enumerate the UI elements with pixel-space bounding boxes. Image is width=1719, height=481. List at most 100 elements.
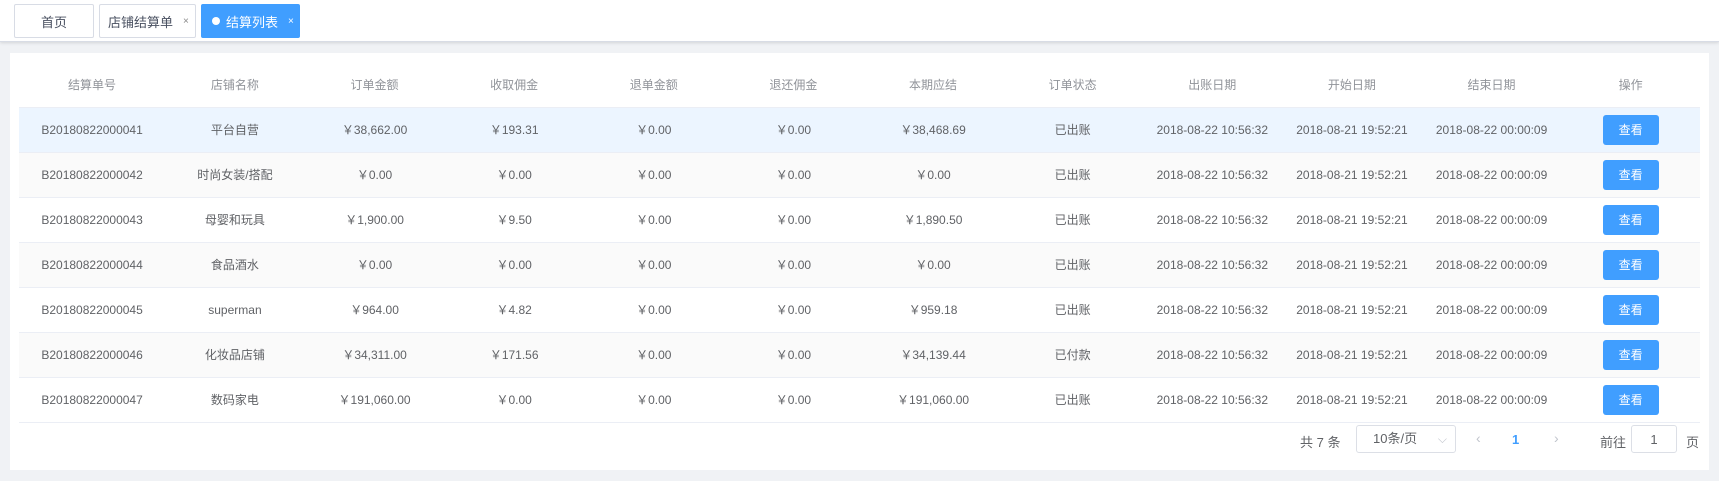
column-header: 操作 [1561,62,1700,108]
table-row: B20180822000045 superman ￥964.00 ￥4.82 ￥0.00… [19,287,1700,333]
table-cell: 2018-08-21 19:52:21 [1282,107,1422,153]
settlement-panel: 结算单号 店铺名称 订单金额 收取佣金 退单金额 退还佣金 本期应结 订单状态 出账日期 开始日期… [10,53,1709,470]
table-cell: superman [165,287,305,333]
column-header: 订单状态 [1002,62,1143,108]
table-cell: ￥959.18 [863,287,1003,333]
table-cell: ￥38,662.00 [304,107,445,153]
table-row: B20180822000043 母婴和玩具 ￥1,900.00 ￥9.50 ￥0.00 ￥… [19,197,1700,243]
tab-settlement-list-label: 结算列表 [226,14,279,30]
table-cell: 2018-08-22 00:00:09 [1421,107,1562,153]
table-cell: ￥0.00 [304,152,445,198]
table-cell: 2018-08-21 19:52:21 [1282,332,1422,378]
table-cell: ￥38,468.69 [863,107,1003,153]
pagination: 共 7 条 10条/页 ⌵ ‹ 1 › 前往 页 [10,425,1709,455]
table-cell: ￥4.82 [444,287,584,333]
page-number[interactable]: 1 [1512,432,1519,447]
table-cell: ￥191,060.00 [863,377,1003,423]
table-cell: ￥0.00 [304,242,445,288]
column-header: 结算单号 [19,62,166,108]
table-cell: 2018-08-22 10:56:32 [1142,197,1283,243]
table-cell: 2018-08-22 10:56:32 [1142,287,1283,333]
close-icon[interactable]: × [183,16,189,27]
view-button[interactable]: 查看 [1602,339,1659,370]
column-header: 退单金额 [584,62,724,108]
action-cell: 查看 [1561,152,1700,198]
table-cell: ￥0.00 [584,377,724,423]
table-cell: 2018-08-22 10:56:32 [1142,242,1283,288]
table-cell: 食品酒水 [165,242,305,288]
table-cell: ￥0.00 [584,242,724,288]
table-cell: 已出账 [1002,197,1143,243]
goto-page-input[interactable] [1631,425,1677,453]
table-row: B20180822000042 时尚女装/搭配 ￥0.00 ￥0.00 ￥0.00 ￥0.… [19,152,1700,198]
column-header: 订单金额 [304,62,445,108]
table-cell: ￥0.00 [723,287,864,333]
column-header: 出账日期 [1142,62,1283,108]
table-cell: 2018-08-22 00:00:09 [1421,287,1562,333]
table-cell: 时尚女装/搭配 [165,152,305,198]
tab-home-label: 首页 [40,14,67,30]
tab-home[interactable]: 首页 [14,4,94,38]
page-suffix: 页 [1686,435,1700,450]
table-cell: ￥0.00 [444,152,584,198]
tab-settlement-list[interactable]: 结算列表 × [201,4,300,38]
total-count: 共 7 条 [1300,435,1341,450]
table-cell: ￥0.00 [584,197,724,243]
table-cell: 母婴和玩具 [165,197,305,243]
tab-shop-settlement-label: 店铺结算单 [108,14,174,30]
view-button[interactable]: 查看 [1602,294,1659,325]
table-cell: 已出账 [1002,242,1143,288]
table-cell: B20180822000041 [19,107,166,153]
table-cell: ￥1,890.50 [863,197,1003,243]
next-page-icon[interactable]: › [1554,430,1559,446]
table-cell: ￥34,139.44 [863,332,1003,378]
table-cell: 数码家电 [165,377,305,423]
table-cell: ￥0.00 [444,377,584,423]
view-button[interactable]: 查看 [1602,114,1659,145]
view-button[interactable]: 查看 [1602,159,1659,190]
table-cell: ￥0.00 [863,242,1003,288]
table-cell: ￥9.50 [444,197,584,243]
tab-shop-settlement[interactable]: 店铺结算单 × [99,4,196,38]
table-row: B20180822000047 数码家电 ￥191,060.00 ￥0.00 ￥0.00… [19,377,1700,423]
table-row: B20180822000044 食品酒水 ￥0.00 ￥0.00 ￥0.00 ￥0.00 ￥… [19,242,1700,288]
tags-view-bar: 首页 店铺结算单 × 结算列表 × [0,0,1719,42]
table-cell: ￥0.00 [723,107,864,153]
action-cell: 查看 [1561,377,1700,423]
column-header: 收取佣金 [444,62,584,108]
close-icon[interactable]: × [288,16,294,27]
table-cell: 2018-08-22 00:00:09 [1421,377,1562,423]
table-cell: ￥0.00 [723,332,864,378]
table-row: B20180822000046 化妆品店铺 ￥34,311.00 ￥171.56 ￥0.… [19,332,1700,378]
table-cell: 2018-08-22 00:00:09 [1421,332,1562,378]
action-cell: 查看 [1561,107,1700,153]
table-cell: ￥0.00 [723,377,864,423]
page-size-select[interactable]: 10条/页 ⌵ [1356,425,1456,453]
table-cell: 已出账 [1002,287,1143,333]
table-cell: 2018-08-22 00:00:09 [1421,197,1562,243]
table-row: B20180822000041 平台自营 ￥38,662.00 ￥193.31 ￥0.0… [19,107,1700,153]
view-button[interactable]: 查看 [1602,384,1659,415]
action-cell: 查看 [1561,332,1700,378]
table-cell: ￥191,060.00 [304,377,445,423]
table-cell: ￥964.00 [304,287,445,333]
table-cell: ￥0.00 [863,152,1003,198]
table-cell: ￥1,900.00 [304,197,445,243]
prev-page-icon[interactable]: ‹ [1476,430,1481,446]
table-header-row: 结算单号 店铺名称 订单金额 收取佣金 退单金额 退还佣金 本期应结 订单状态 出账日期 开始日期… [19,62,1700,108]
column-header: 结束日期 [1421,62,1562,108]
table-cell: B20180822000042 [19,152,166,198]
table-cell: 平台自营 [165,107,305,153]
column-header: 本期应结 [863,62,1003,108]
table-cell: 2018-08-21 19:52:21 [1282,242,1422,288]
view-button[interactable]: 查看 [1602,249,1659,280]
table-cell: 已出账 [1002,152,1143,198]
table-cell: B20180822000045 [19,287,166,333]
table-cell: 2018-08-22 10:56:32 [1142,332,1283,378]
view-button[interactable]: 查看 [1602,204,1659,235]
column-header: 退还佣金 [723,62,864,108]
table-cell: 2018-08-22 10:56:32 [1142,377,1283,423]
table-cell: ￥0.00 [584,287,724,333]
table-cell: 2018-08-22 10:56:32 [1142,107,1283,153]
action-cell: 查看 [1561,197,1700,243]
